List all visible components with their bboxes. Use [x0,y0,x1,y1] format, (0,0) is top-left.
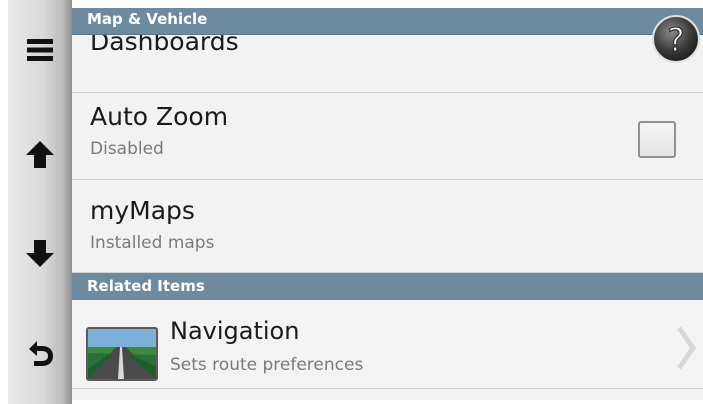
arrow-up-icon [26,141,54,168]
item-subtitle: Installed maps [90,233,215,253]
help-icon: ? [652,15,700,63]
scroll-down-button[interactable] [8,224,72,284]
help-label: ? [668,21,685,59]
item-subtitle: Sets route preferences [170,355,364,375]
auto-zoom-checkbox[interactable] [638,121,676,158]
page-header: Map & Vehicle [72,8,703,35]
related-item-navigation[interactable]: Navigation Sets route preferences [72,300,703,389]
page-title: Map & Vehicle [87,10,208,28]
list-item-mymaps[interactable]: myMaps Installed maps [72,180,703,273]
back-button[interactable] [8,324,72,384]
scroll-up-button[interactable] [8,124,72,184]
road-icon [86,327,158,381]
item-title: myMaps [90,196,195,225]
section-title: Related Items [87,277,205,295]
item-subtitle: Disabled [90,139,164,159]
section-header-related-items: Related Items [72,273,703,300]
back-icon [29,341,53,366]
settings-list: Dashboards Map & Vehicle Auto Zoom Disab… [72,8,703,400]
item-title: Navigation [170,317,300,345]
sidebar [8,0,72,404]
item-title: Auto Zoom [90,102,229,131]
list-item-auto-zoom[interactable]: Auto Zoom Disabled [72,93,703,180]
arrow-down-icon [26,240,54,267]
menu-icon [27,39,53,61]
screen: Dashboards Map & Vehicle Auto Zoom Disab… [0,0,703,404]
menu-button[interactable] [8,20,72,80]
help-button[interactable]: ? [651,12,701,66]
chevron-right-icon [676,326,696,370]
